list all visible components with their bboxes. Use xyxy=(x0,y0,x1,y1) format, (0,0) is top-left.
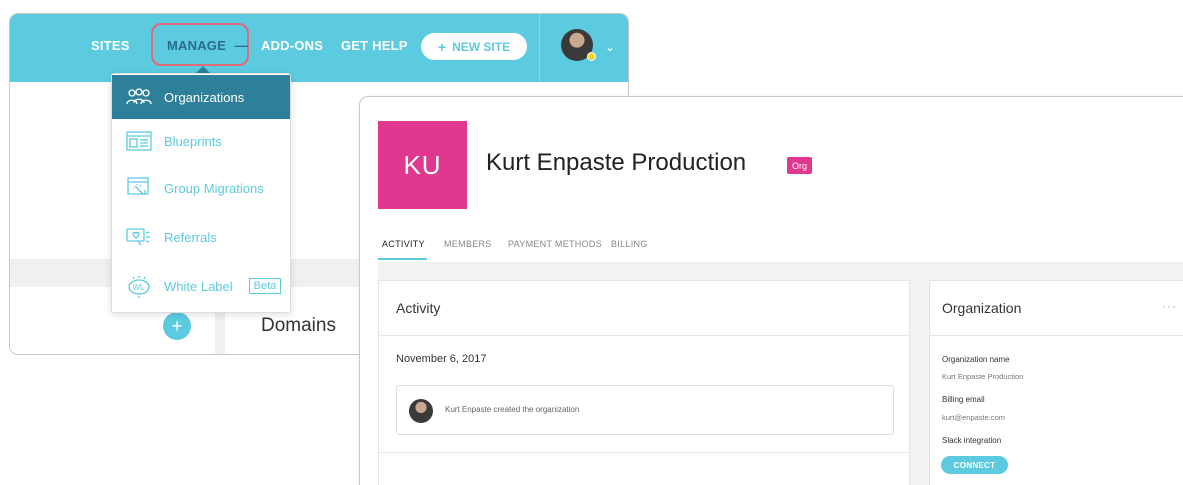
card-divider xyxy=(379,335,909,336)
group-migrations-icon xyxy=(126,177,152,199)
menu-item-organizations[interactable]: Organizations xyxy=(112,75,290,119)
menu-item-white-label[interactable]: WL White Label Beta xyxy=(112,264,290,308)
menu-item-label: Referrals xyxy=(164,229,217,245)
new-site-button[interactable]: + NEW SITE xyxy=(421,33,527,60)
billing-email-label: Billing email xyxy=(942,395,985,404)
tab-activity[interactable]: ACTIVITY xyxy=(382,239,425,249)
org-initials: KU xyxy=(403,149,442,180)
organization-window: KU Kurt Enpaste Production Org ACTIVITY … xyxy=(359,96,1183,485)
manage-dropdown-menu: Organizations Blueprints Group Migration… xyxy=(111,73,291,313)
activity-event-text: Kurt Enpaste created the organization xyxy=(445,405,580,414)
nav-sites[interactable]: SITES xyxy=(91,38,130,53)
svg-text:WL: WL xyxy=(133,283,146,292)
connect-button[interactable]: CONNECT xyxy=(941,456,1008,474)
org-name-value: Kurt Enpaste Production xyxy=(942,372,1024,381)
active-tab-indicator xyxy=(378,258,427,260)
add-domain-button[interactable]: + xyxy=(163,312,191,340)
nav-manage-label: MANAGE xyxy=(167,38,226,53)
plus-icon: + xyxy=(437,38,447,55)
menu-item-label: White Label xyxy=(164,278,233,294)
tab-members[interactable]: MEMBERS xyxy=(444,239,492,249)
domains-title: Domains xyxy=(261,315,336,336)
nav-get-help[interactable]: GET HELP xyxy=(341,38,408,53)
nav-divider xyxy=(539,14,540,82)
menu-item-label: Organizations xyxy=(164,89,245,105)
dropdown-caret xyxy=(196,66,210,73)
menu-item-referrals[interactable]: Referrals xyxy=(112,215,290,259)
activity-event: Kurt Enpaste created the organization xyxy=(396,385,894,435)
card-divider xyxy=(379,452,909,453)
tab-billing[interactable]: BILLING xyxy=(611,239,648,249)
new-site-label: NEW SITE xyxy=(452,39,511,54)
beta-badge: Beta xyxy=(248,278,282,294)
card-divider xyxy=(930,335,1183,336)
org-avatar: KU xyxy=(378,121,467,209)
org-name-label: Organization name xyxy=(942,355,1010,364)
nav-manage-dash: — xyxy=(234,38,248,53)
connect-label: CONNECT xyxy=(953,460,996,470)
avatar xyxy=(409,399,433,423)
nav-manage[interactable]: MANAGE — xyxy=(167,38,248,53)
organization-details-card: Organization ··· Organization name Kurt … xyxy=(929,280,1183,485)
menu-item-blueprints[interactable]: Blueprints xyxy=(112,119,290,163)
organizations-icon xyxy=(126,86,152,108)
screenshot-stage: SITES MANAGE — ADD-ONS GET HELP + NEW SI… xyxy=(0,0,1183,485)
slack-integration-label: Slack integration xyxy=(942,436,1002,445)
referrals-icon xyxy=(126,226,152,248)
org-badge: Org xyxy=(787,157,813,174)
chevron-down-icon[interactable]: ⌄ xyxy=(605,40,615,54)
status-dot xyxy=(587,52,596,61)
menu-item-label: Blueprints xyxy=(164,133,222,149)
billing-email-value: kurt@enpaste.com xyxy=(942,413,1006,422)
more-options-icon[interactable]: ··· xyxy=(1162,299,1177,313)
activity-title: Activity xyxy=(396,300,441,316)
blueprints-icon xyxy=(126,130,152,152)
plus-icon: + xyxy=(171,315,183,336)
tab-payment-methods[interactable]: PAYMENT METHODS xyxy=(508,239,602,249)
nav-addons[interactable]: ADD-ONS xyxy=(261,38,323,53)
activity-card: Activity November 6, 2017 Kurt Enpaste c… xyxy=(378,280,910,485)
activity-date: November 6, 2017 xyxy=(396,353,487,365)
organization-card-title: Organization xyxy=(942,300,1022,316)
top-navigation-bar: SITES MANAGE — ADD-ONS GET HELP + NEW SI… xyxy=(10,14,628,82)
menu-item-label: Group Migrations xyxy=(164,180,264,196)
org-title: Kurt Enpaste Production xyxy=(486,149,747,176)
menu-item-group-migrations[interactable]: Group Migrations xyxy=(112,166,290,210)
white-label-icon: WL xyxy=(126,275,152,298)
